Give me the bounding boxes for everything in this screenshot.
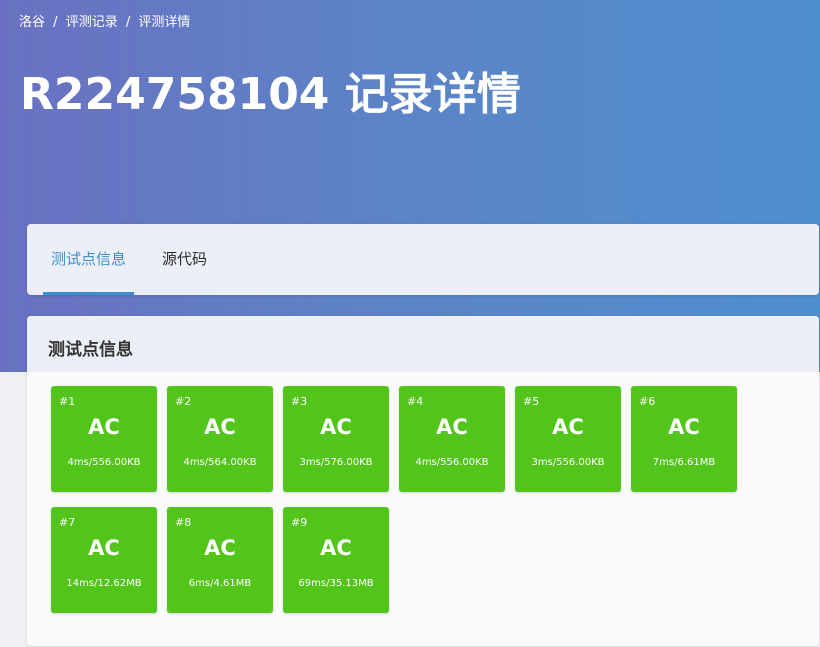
test-case-status: AC: [204, 415, 236, 439]
test-case-id: #2: [175, 395, 192, 408]
test-case-time-memory: 4ms/556.00KB: [67, 457, 141, 468]
test-case-id: #4: [407, 395, 424, 408]
test-case-tile[interactable]: #1 AC 4ms/556.00KB: [51, 386, 157, 492]
test-case-id: #7: [59, 516, 76, 529]
test-cases-title: 测试点信息: [48, 340, 133, 360]
test-case-status: AC: [436, 415, 468, 439]
test-case-status: AC: [552, 415, 584, 439]
test-case-time-memory: 6ms/4.61MB: [188, 578, 252, 589]
test-case-tile[interactable]: #3 AC 3ms/576.00KB: [283, 386, 389, 492]
test-cases-card: 测试点信息 #1 AC 4ms/556.00KB #2 AC 4ms/564.0…: [27, 316, 819, 646]
test-case-tile[interactable]: #6 AC 7ms/6.61MB: [631, 386, 737, 492]
test-case-id: #3: [291, 395, 308, 408]
breadcrumb-current: 评测详情: [138, 15, 191, 30]
test-case-time-memory: 4ms/556.00KB: [415, 457, 489, 468]
test-case-status: AC: [204, 536, 236, 560]
test-case-id: #6: [639, 395, 656, 408]
test-case-time-memory: 69ms/35.13MB: [298, 578, 374, 589]
breadcrumb-separator: /: [125, 15, 131, 30]
test-case-tile[interactable]: #2 AC 4ms/564.00KB: [167, 386, 273, 492]
test-case-time-memory: 3ms/556.00KB: [531, 457, 605, 468]
breadcrumb-separator: /: [53, 15, 58, 30]
page-title: R224758104 记录详情: [20, 69, 521, 120]
test-case-tile[interactable]: #8 AC 6ms/4.61MB: [167, 507, 273, 613]
test-case-tile[interactable]: #9 AC 69ms/35.13MB: [283, 507, 389, 613]
test-case-status: AC: [668, 415, 700, 439]
test-cases-header: 测试点信息: [27, 316, 819, 372]
test-case-status: AC: [88, 536, 120, 560]
test-case-tile[interactable]: #7 AC 14ms/12.62MB: [51, 507, 157, 613]
tabs-bar: 测试点信息 源代码: [27, 224, 819, 295]
test-case-id: #1: [59, 395, 76, 408]
test-case-time-memory: 4ms/564.00KB: [183, 457, 257, 468]
breadcrumb-records-link[interactable]: 评测记录: [66, 15, 118, 30]
test-case-status: AC: [88, 415, 120, 439]
breadcrumb-home-link[interactable]: 洛谷: [19, 15, 45, 30]
test-case-tile[interactable]: #5 AC 3ms/556.00KB: [515, 386, 621, 492]
test-case-time-memory: 14ms/12.62MB: [66, 578, 142, 589]
test-case-status: AC: [320, 536, 352, 560]
test-case-id: #9: [291, 516, 308, 529]
breadcrumb: 洛谷 / 评测记录 / 评测详情: [19, 11, 190, 30]
test-case-id: #8: [175, 516, 192, 529]
tab-source-code[interactable]: 源代码: [154, 224, 215, 295]
test-case-status: AC: [320, 415, 352, 439]
record-detail-page: 洛谷 / 评测记录 / 评测详情 R224758104 记录详情 测试点信息 源…: [0, 0, 820, 647]
test-case-id: #5: [523, 395, 540, 408]
test-case-tile[interactable]: #4 AC 4ms/556.00KB: [399, 386, 505, 492]
test-case-time-memory: 7ms/6.61MB: [652, 457, 716, 468]
test-case-time-memory: 3ms/576.00KB: [299, 457, 373, 468]
tab-test-cases[interactable]: 测试点信息: [43, 224, 135, 295]
